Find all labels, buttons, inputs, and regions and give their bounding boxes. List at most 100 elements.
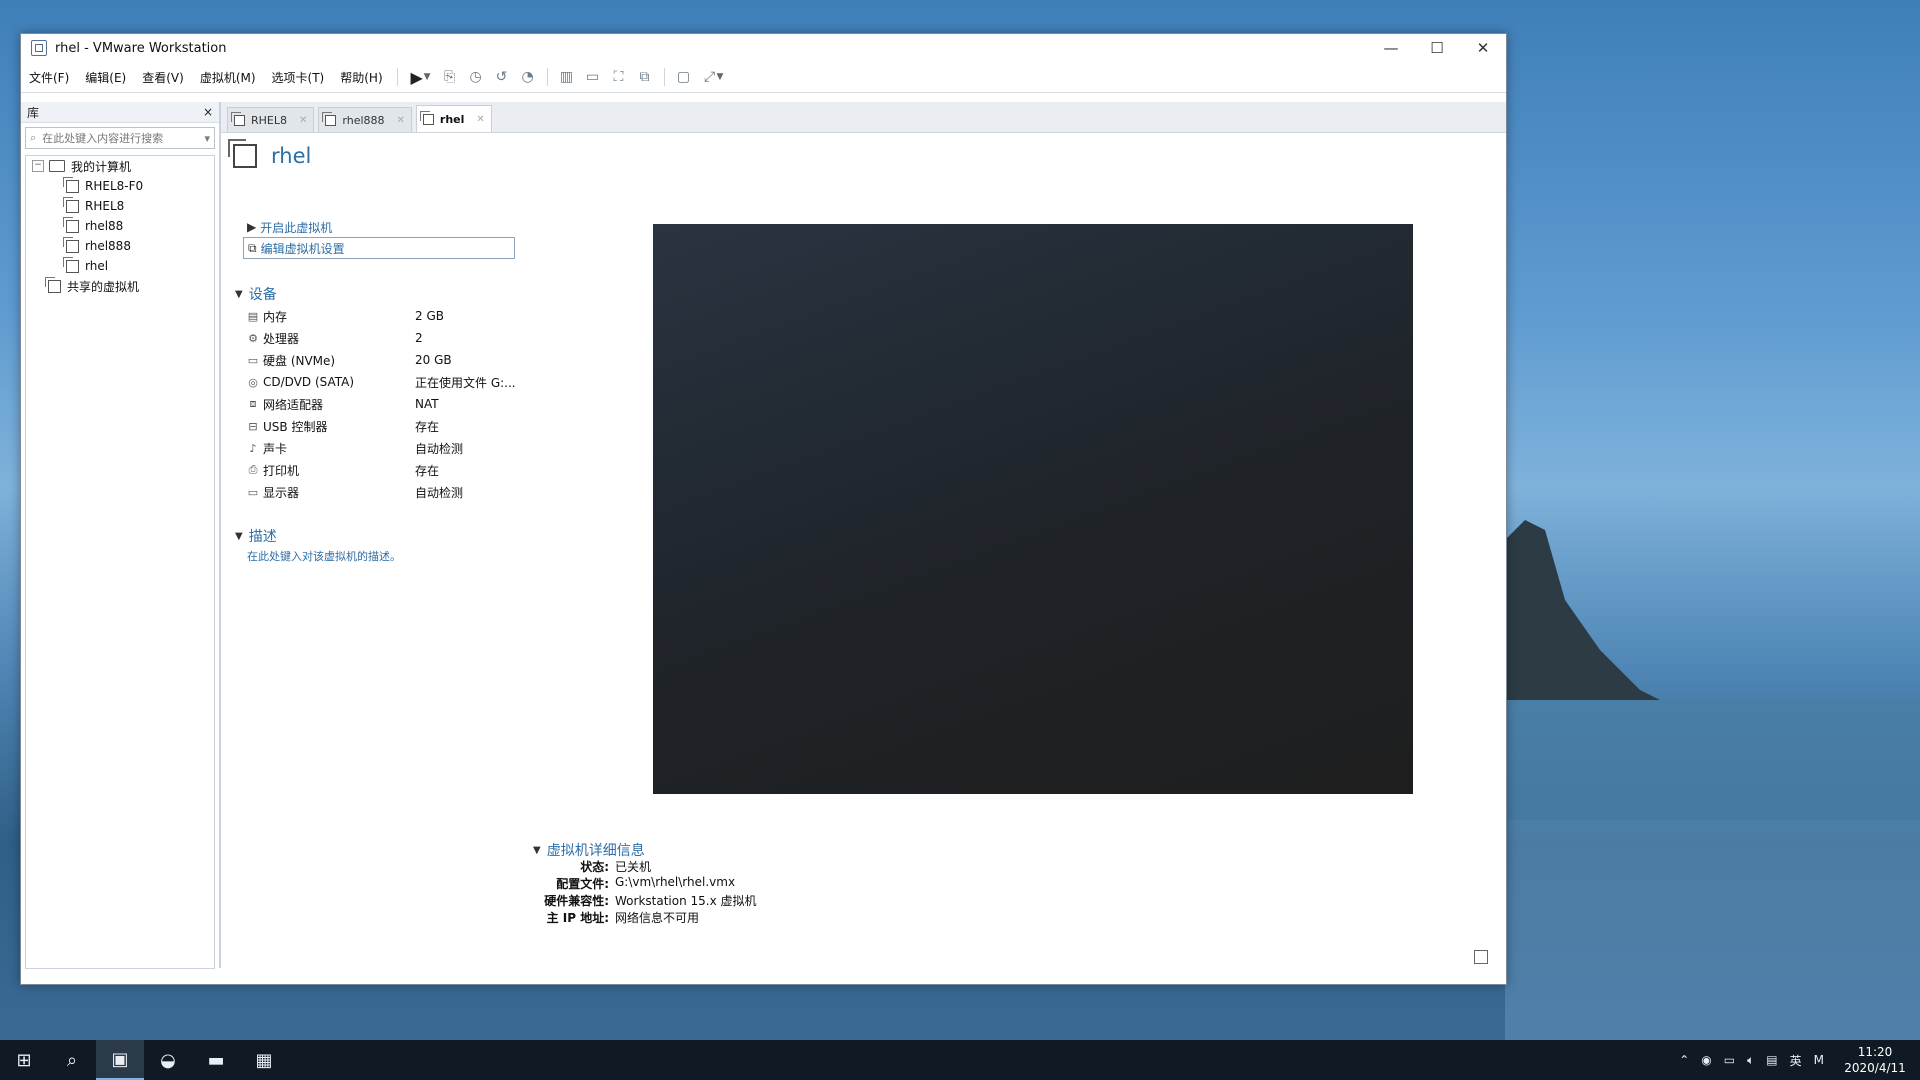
message-log-icon[interactable]	[1474, 950, 1488, 964]
power-on-vm-link[interactable]: ▶ 开启此虚拟机	[243, 217, 332, 237]
edit-vm-settings-link[interactable]: ⧉ 编辑虚拟机设置	[243, 237, 515, 259]
detail-value: 网络信息不可用	[615, 911, 700, 925]
tab-label: rhel888	[342, 113, 385, 127]
vmware-tray-icon[interactable]: ◉	[1701, 1053, 1711, 1067]
expand-icon: ▼	[235, 288, 243, 300]
description-section-header[interactable]: ▼ 描述	[235, 526, 277, 546]
vm-icon	[419, 110, 434, 125]
device-row-disk[interactable]: ▭ 硬盘 (NVMe) 20 GB	[247, 349, 535, 371]
menu-file[interactable]: 文件(F)	[21, 69, 77, 86]
device-name: 网络适配器	[263, 397, 324, 412]
details-section-header[interactable]: ▼ 虚拟机详细信息	[533, 840, 645, 860]
toolbar-separator	[663, 68, 665, 86]
maximize-button[interactable]: ☐	[1414, 34, 1460, 62]
detail-key: 配置文件:	[556, 877, 609, 891]
devices-section-header[interactable]: ▼ 设备	[235, 284, 277, 304]
vm-icon	[63, 216, 79, 233]
tab-rhel[interactable]: rhel ✕	[415, 105, 492, 132]
toolbar-separator	[396, 68, 398, 86]
start-windows-icon[interactable]: ⊞	[0, 1040, 48, 1080]
library-search-input[interactable]: ⌕ 在此处键入内容进行搜索 ▾	[25, 127, 215, 149]
unity-icon[interactable]: ⧉	[632, 65, 658, 89]
search-dropdown-icon[interactable]: ▾	[204, 132, 210, 145]
file-explorer-icon[interactable]: ▬	[192, 1040, 240, 1080]
device-value: 自动检测	[415, 485, 464, 500]
tree-item-vm[interactable]: rhel88	[26, 216, 214, 236]
tree-item-shared-vms[interactable]: 共享的虚拟机	[26, 276, 214, 296]
expand-icon: ▼	[235, 530, 243, 542]
tree-item-vm[interactable]: rhel888	[26, 236, 214, 256]
stretch-dropdown-icon[interactable]: ▼	[717, 72, 724, 82]
menu-tabs[interactable]: 选项卡(T)	[264, 69, 333, 86]
vm-icon	[63, 196, 79, 213]
description-input[interactable]: 在此处键入对该虚拟机的描述。	[247, 548, 401, 564]
notification-icon[interactable]: ▤	[1766, 1053, 1777, 1067]
volume-icon[interactable]: 🔈︎	[1747, 1053, 1754, 1068]
detail-row-compat: 硬件兼容性: Workstation 15.x 虚拟机	[533, 892, 756, 909]
device-row-network[interactable]: ⧈ 网络适配器 NAT	[247, 393, 535, 415]
tree-label: 我的计算机	[71, 159, 132, 174]
thumbnail-bar-icon[interactable]: ▭	[580, 65, 606, 89]
tab-rhel8[interactable]: RHEL8 ✕	[227, 107, 315, 132]
device-row-sound[interactable]: ♪ 声卡 自动检测	[247, 437, 535, 459]
tab-rhel888[interactable]: rhel888 ✕	[318, 107, 412, 132]
tab-close-icon[interactable]: ✕	[299, 115, 307, 126]
revert-snapshot-icon[interactable]: ↺	[489, 65, 515, 89]
device-name: CD/DVD (SATA)	[263, 375, 355, 389]
edge-browser-icon[interactable]: ◒	[144, 1040, 192, 1080]
device-row-memory[interactable]: ▤ 内存 2 GB	[247, 305, 535, 327]
menu-edit[interactable]: 编辑(E)	[77, 69, 134, 86]
vmware-taskbar-icon[interactable]: ▣	[96, 1040, 144, 1080]
snapshot-icon[interactable]: ◷	[463, 65, 489, 89]
vm-icon	[63, 176, 79, 193]
menu-help[interactable]: 帮助(H)	[332, 69, 390, 86]
full-screen-icon[interactable]: ⛶	[606, 65, 632, 89]
tree-label: rhel88	[85, 219, 124, 233]
snapshot-manager-icon[interactable]: ◔	[515, 65, 541, 89]
vm-name: rhel	[271, 144, 312, 168]
close-button[interactable]: ✕	[1460, 34, 1506, 62]
calculator-app-icon[interactable]: ▦	[240, 1040, 288, 1080]
chevron-up-icon[interactable]: ⌃	[1679, 1053, 1689, 1067]
tab-label: rhel	[439, 112, 465, 126]
vm-preview-screen[interactable]	[653, 224, 1413, 794]
device-row-display[interactable]: ▭ 显示器 自动检测	[247, 481, 535, 503]
tab-close-icon[interactable]: ✕	[476, 114, 484, 125]
device-name: 内存	[263, 309, 288, 324]
cpu-icon: ⚙	[248, 331, 258, 345]
memory-icon: ▤	[247, 309, 259, 323]
device-row-cpu[interactable]: ⚙ 处理器 2	[247, 327, 535, 349]
device-row-cd[interactable]: ◎ CD/DVD (SATA) 正在使用文件 G:...	[247, 371, 535, 393]
device-row-usb[interactable]: ⊟ USB 控制器 存在	[247, 415, 535, 437]
input-language[interactable]: 英	[1790, 1052, 1802, 1069]
show-library-icon[interactable]: ▥	[554, 65, 580, 89]
tree-item-vm[interactable]: RHEL8	[26, 196, 214, 216]
tree-label: rhel	[85, 259, 109, 273]
tab-close-icon[interactable]: ✕	[397, 115, 405, 126]
menu-view[interactable]: 查看(V)	[134, 69, 192, 86]
tree-label: RHEL8-F0	[85, 179, 144, 193]
library-close-button[interactable]: ×	[203, 105, 213, 119]
device-name: 声卡	[263, 441, 288, 456]
device-value: NAT	[415, 397, 439, 411]
clock-date: 2020/4/11	[1844, 1061, 1906, 1075]
search-icon[interactable]: ⌕	[48, 1040, 96, 1080]
window-title: rhel - VMware Workstation	[55, 40, 227, 56]
console-view-icon[interactable]: ▢	[671, 65, 697, 89]
menu-vm[interactable]: 虚拟机(M)	[192, 69, 264, 86]
ime-mode[interactable]: M	[1814, 1053, 1824, 1067]
tree-item-vm[interactable]: RHEL8-F0	[26, 176, 214, 196]
device-row-printer[interactable]: ⎙ 打印机 存在	[247, 459, 535, 481]
device-list: ▤ 内存 2 GB ⚙ 处理器 2 ▭ 硬盘 (NVMe) 20 GB ◎ CD…	[247, 305, 535, 503]
power-on-label: 开启此虚拟机	[260, 220, 333, 235]
minimize-button[interactable]: —	[1368, 34, 1414, 62]
device-name: 打印机	[263, 463, 300, 478]
detail-row-state: 状态: 已关机	[533, 858, 757, 875]
clock[interactable]: 11:20 2020/4/11	[1840, 1044, 1910, 1076]
collapse-icon[interactable]: −	[32, 160, 44, 172]
network-icon[interactable]: ▭	[1724, 1053, 1735, 1067]
tree-item-vm[interactable]: rhel	[26, 256, 214, 276]
send-ctrl-alt-del-icon[interactable]: ⎘	[437, 65, 463, 89]
tree-item-my-computer[interactable]: − 我的计算机	[26, 156, 214, 176]
power-dropdown-icon[interactable]: ▼	[424, 72, 431, 82]
